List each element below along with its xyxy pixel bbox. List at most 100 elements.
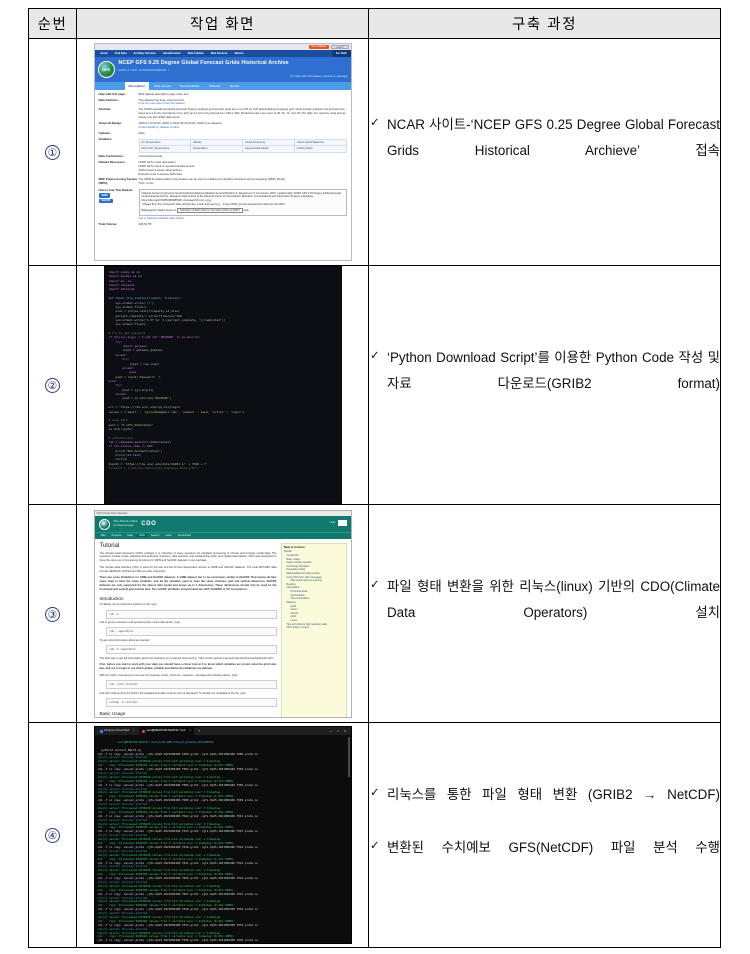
check-icon: ✓ [370, 350, 380, 363]
tab-metrics[interactable]: Metrics [226, 82, 244, 90]
cdo-page-content: Tutorial The Climate Data Operators (CDO… [95, 539, 351, 717]
minimize-icon[interactable]: — [329, 729, 332, 733]
intro-text: and with ncdump from the NCO's all metad… [99, 691, 247, 695]
description-text: 변환된 수치예보 GFS(NetCDF) 파일 분석 수행 [387, 840, 720, 855]
screenshot-cell-ncar: Go to Dataset search Home Find Data Anci… [76, 38, 369, 266]
tab-documentation[interactable]: Documentation [176, 82, 204, 90]
citation-text: National Centers for Environmental Predi… [141, 191, 342, 202]
nav-item-citation[interactable]: Data Citation [185, 52, 207, 55]
maximize-icon[interactable]: □ [337, 729, 339, 733]
new-tab-button[interactable]: + [195, 729, 203, 733]
menu-item-cdo[interactable]: CDO [136, 534, 147, 537]
description-list: ✓ ‘Python Download Script’를 이용한 Python C… [369, 345, 720, 423]
menu-item-embedded[interactable]: Embedded [176, 534, 193, 537]
help-message-link[interactable]: For help with this dataset, send us a me… [119, 74, 348, 78]
menu-item-projects[interactable]: Projects [110, 534, 124, 537]
description-text: 파일 형태 변환을 위한 리눅스(linux) 기반의 CDO(Climate … [387, 578, 720, 620]
nav-item-ancillary[interactable]: Ancillary Services [131, 52, 159, 55]
badge-grib[interactable]: GRIB [98, 193, 111, 198]
field-label: Updates: [98, 130, 111, 135]
check-icon: ✓ [370, 578, 380, 591]
mpi-org-name: Max-Planck-Institut für Meteorologie [114, 520, 138, 527]
machine-citation-link[interactable]: Get a machine-readable data citation [139, 217, 347, 221]
header-login-area: Login [329, 519, 347, 526]
menu-item-search[interactable]: Search [149, 534, 162, 537]
window-controls: — □ ✕ [329, 729, 350, 733]
paragraph: The Climate Data Operators (CDO) softwar… [99, 551, 277, 563]
nav-item-about[interactable]: About/Contact [160, 52, 184, 55]
citation-sub-link[interactable]: Find out more about how this dataset [139, 102, 347, 106]
site-nav: Home Find Data Ancillary Services About/… [94, 50, 351, 57]
variable-cell: Air Temperature [138, 138, 192, 147]
citation-style-select[interactable]: Federation of Earth Science Information … [176, 208, 243, 214]
cdo-brand: CDO [141, 521, 157, 527]
gfs-logo-icon: GFS [97, 61, 115, 78]
check-icon: ✓ [370, 117, 380, 130]
dataset-tabs: Description Data Access Documentation So… [94, 81, 351, 90]
nav-item-webserv[interactable]: Web Services [208, 52, 231, 55]
nav-item-find-data[interactable]: Find Data [112, 52, 130, 55]
section-heading-basic-usage: Basic Usage [99, 710, 126, 716]
terminal-tab-bar: Windows PowerShell ✕ user@DESKTOP-9GN74C… [94, 727, 351, 735]
nav-item-home[interactable]: Home [98, 52, 111, 55]
terminal-output[interactable]: user@DESKTOP-9GN74C:/mnt/d/KI_WRF/data/D… [95, 735, 351, 943]
field-value[interactable]: ncar/ncep/usa/ncar [139, 154, 347, 159]
tab-description[interactable]: Description [124, 81, 150, 90]
badge-netcdf[interactable]: NetCDF [98, 198, 114, 203]
table-header-row: 순번 작업 화면 구축 과정 [28, 8, 721, 39]
wps-vtable-link[interactable]: WRF Vtable [139, 181, 347, 186]
description-text: ‘Python Download Script’를 이용한 Python Cod… [387, 350, 720, 392]
field-label: Variables: [98, 136, 113, 141]
check-icon: ✓ [370, 786, 380, 799]
login-input[interactable] [337, 519, 347, 526]
field-label: Data Contributors: [98, 154, 125, 159]
close-window-icon[interactable]: ✕ [344, 729, 347, 733]
table-row: Dew Point Temperature Evaporation Geopot… [138, 145, 347, 153]
menu-item-help[interactable]: Help [125, 534, 135, 537]
close-icon[interactable]: ✕ [133, 727, 135, 735]
citation-style-label: Bibliographic citation shown in [141, 209, 177, 212]
screenshot-cell-cdo: CDO Climate Data Operators Max-Planck-In… [76, 504, 369, 723]
circled-number: ① [45, 145, 60, 160]
field-value: Daily [138, 130, 145, 135]
process-table: 순번 작업 화면 구축 과정 ① Go to Dataset search Ho… [28, 8, 721, 948]
field-related: Related Resources: NCEP GFS model descri… [98, 160, 347, 176]
header-cell-shot: 작업 화면 [76, 8, 369, 39]
list-item: ✓ 변환된 수치예보 GFS(NetCDF) 파일 분석 수행 [369, 835, 720, 887]
field-label: Abstract: [98, 107, 112, 112]
citation-style-suffix: style [243, 209, 249, 212]
variable-cell: Dew Point Temperature [138, 145, 192, 153]
go-to-dataset-button[interactable]: Go to Dataset [308, 45, 330, 49]
login-label[interactable]: Login [329, 521, 335, 524]
toc-item[interactable]: CDO scripts / runtest [284, 626, 344, 630]
tab-powershell[interactable]: Windows PowerShell ✕ [97, 727, 139, 735]
close-icon[interactable]: ✕ [189, 727, 191, 735]
variable-cell: Cloud Liquid Water/Ice [293, 138, 347, 147]
variable-cell: Cloud Frequency [242, 138, 295, 147]
tab-software[interactable]: Software [205, 82, 225, 90]
menu-item-wiki[interactable]: Wiki [99, 534, 108, 537]
variables-table: Air Temperature Albedo Cloud Frequency C… [138, 138, 347, 153]
search-input[interactable]: search [331, 45, 349, 49]
menu-item-index[interactable]: Index [163, 534, 174, 537]
intro-text: The best way to get full information abo… [99, 656, 274, 660]
field-value[interactable]: NCEP GFS model description NCEP GFS real… [139, 160, 347, 176]
temporal-sub-link[interactable]: Period details by dataset product [139, 125, 347, 130]
field-label: Related Resources: [98, 160, 126, 165]
nav-item-staff[interactable]: For Staff [331, 50, 351, 57]
terminal-scrollbar[interactable] [347, 737, 350, 777]
ubuntu-icon [142, 729, 146, 733]
nav-item-metrics[interactable]: Metrics [232, 52, 247, 55]
field-value: This dataset has been cited 24 times. Fi… [139, 98, 347, 107]
field-value[interactable]: RDA dataset description page video tour [139, 92, 347, 97]
tab-wsl[interactable]: user@DESKTOP-9GN74C: /mnt ✕ [139, 727, 195, 735]
tab-data-access[interactable]: Data Access [150, 82, 175, 90]
circled-number: ④ [45, 828, 60, 843]
mpi-logo-icon [98, 518, 110, 530]
python-code-editor-screenshot: import numpy as np import pandas as pd imp… [103, 266, 342, 504]
tab-label: Windows PowerShell [104, 729, 130, 732]
dataset-body: Help with this page: RDA dataset descrip… [95, 90, 351, 228]
list-item: ✓ 파일 형태 변환을 위한 리눅스(linux) 기반의 CDO(Climat… [369, 574, 720, 652]
circled-number: ② [45, 378, 60, 393]
paragraph: There are some limitations for GRIB and … [99, 576, 277, 591]
